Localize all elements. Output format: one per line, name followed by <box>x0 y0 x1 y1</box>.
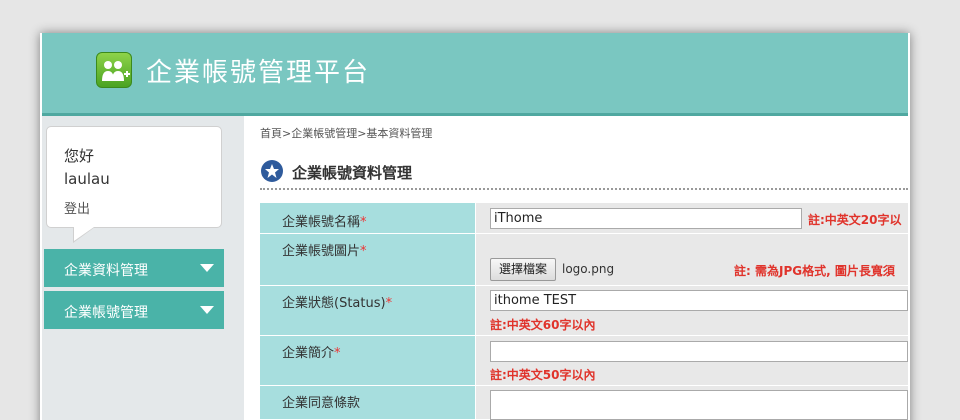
intro-note: 註:中英文50字以內 <box>490 368 596 382</box>
field-label-image: 企業帳號圖片* <box>260 234 475 286</box>
star-icon <box>261 160 283 182</box>
chevron-down-icon <box>200 264 214 272</box>
username-text: laulau <box>64 170 110 188</box>
field-label-name: 企業帳號名稱* <box>260 203 475 234</box>
name-note: 註:中英文20字以 <box>808 213 902 227</box>
sidebar-item-company-account[interactable]: 企業帳號管理 <box>44 291 224 329</box>
sidebar-item-label: 企業資料管理 <box>64 263 148 279</box>
status-input[interactable] <box>490 290 908 311</box>
intro-input[interactable] <box>490 341 908 362</box>
logout-link[interactable]: 登出 <box>64 198 90 217</box>
company-name-input[interactable] <box>490 208 802 229</box>
image-note: 註: 需為JPG格式, 圖片長寬須 <box>734 264 895 278</box>
user-panel-tail <box>74 227 94 241</box>
status-note: 註:中英文60字以內 <box>490 318 596 332</box>
field-label-intro: 企業簡介* <box>260 336 475 386</box>
field-label-status: 企業狀態(Status)* <box>260 286 475 336</box>
choose-file-button[interactable]: 選擇檔案 <box>490 258 556 281</box>
section-divider <box>260 188 908 190</box>
file-name-text: logo.png <box>562 262 615 276</box>
app-logo-icon <box>96 52 132 88</box>
section-title: 企業帳號資料管理 <box>292 164 413 182</box>
terms-textarea[interactable] <box>490 390 908 420</box>
app-title: 企業帳號管理平台 <box>146 58 371 88</box>
greeting-text: 您好 <box>64 147 95 165</box>
sidebar-item-company-data[interactable]: 企業資料管理 <box>44 249 224 287</box>
chevron-down-icon <box>200 306 214 314</box>
breadcrumb: 首頁>企業帳號管理>基本資料管理 <box>260 127 433 140</box>
field-label-terms: 企業同意條款 <box>260 386 475 420</box>
sidebar-item-label: 企業帳號管理 <box>64 305 148 321</box>
